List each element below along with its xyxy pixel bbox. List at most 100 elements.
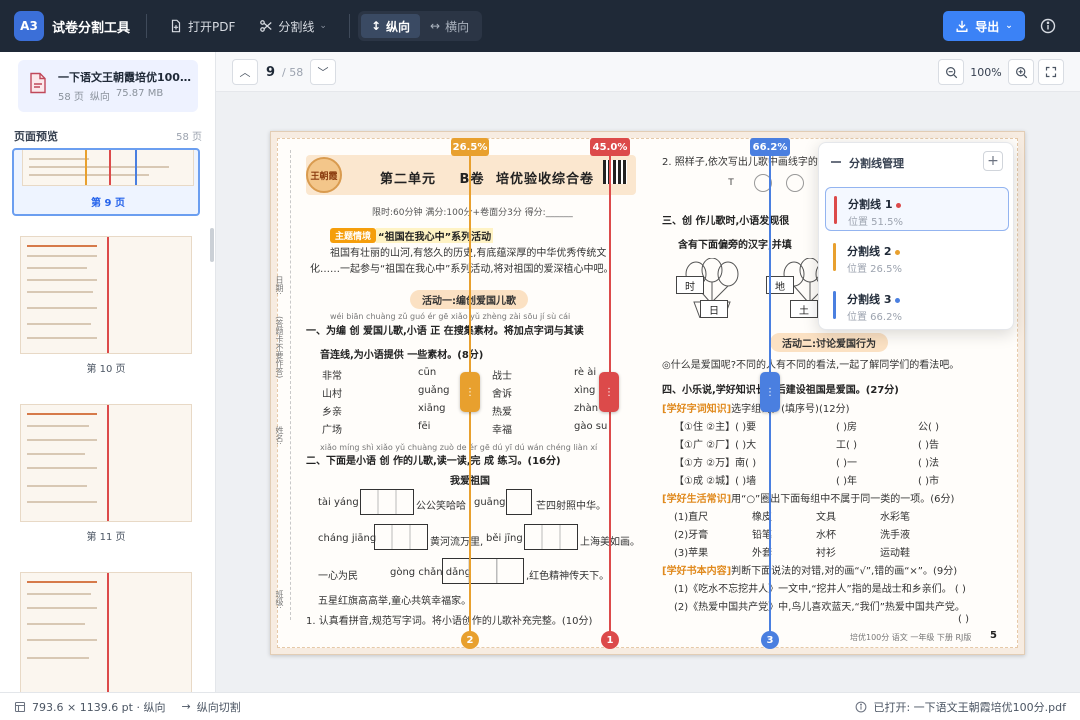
- chevron-down-icon: ﹀: [317, 66, 329, 79]
- right-q2: 2. 照样子,依次写出儿歌中画线字的: [662, 157, 818, 168]
- file-pages: 58 页: [58, 92, 84, 103]
- horizontal-mode-button[interactable]: ↔ 横向: [420, 14, 479, 38]
- add-split-line-button[interactable]: +: [983, 151, 1003, 171]
- top-bar: A3 试卷分割工具 打开PDF 分割线 ⌄ ↕ 纵向 ↔ 横向: [0, 0, 1080, 52]
- theme-title: “祖国在我心中”系列活动: [376, 228, 494, 243]
- bind-name: 姓名:: [275, 426, 284, 445]
- horizontal-arrows-icon: ↔: [430, 19, 441, 33]
- split-item-3[interactable]: 分割线 3 位置 66.2%: [825, 283, 1009, 327]
- intro-line-2: 化……一起参与“祖国在我心中”系列活动,将对祖国的爱深植心中吧。: [310, 264, 614, 275]
- status-bar: 793.6 × 1139.6 pt · 纵向 → 纵向切割 已打开: 一下语文王…: [0, 692, 1080, 720]
- pdf-file-icon: [30, 72, 46, 94]
- right-q4: 四、小乐说,学好知识长大后建设祖国是爱国。(27分): [662, 385, 899, 396]
- split-line-1-marker[interactable]: 1: [601, 631, 619, 649]
- vertical-mode-label: 纵向: [386, 19, 411, 34]
- sidebar-scrollbar[interactable]: [210, 228, 214, 262]
- zoom-in-button[interactable]: [1008, 59, 1034, 85]
- status-opened-group: 已打开: 一下语文王朝霞培优100分.pdf: [855, 699, 1066, 715]
- poem-l2-pinyin: cháng jiāng: [318, 533, 377, 544]
- binding-line: [290, 150, 291, 620]
- poem-l1-text: 公公笑哈哈: [416, 501, 466, 512]
- writing-grid: [506, 489, 532, 515]
- pinyin-right-3: zhàn: [574, 403, 599, 414]
- vertical-mode-button[interactable]: ↕ 纵向: [360, 14, 421, 38]
- q4-row-3b: ( )一: [836, 458, 857, 469]
- poem-l2-text: 黄河流万里,: [430, 537, 484, 548]
- qr-code-image: [603, 160, 627, 184]
- pinyin-mid-3: xiāng: [418, 403, 446, 414]
- chevron-down-icon: ⌄: [1005, 21, 1013, 31]
- activity-2-title: 活动二:讨论爱国行为: [770, 333, 888, 352]
- poem-l1-pinyin-2: guāng: [474, 497, 506, 508]
- thumbnail-page-11[interactable]: 第 11 页: [12, 400, 200, 550]
- prev-page-button[interactable]: ︿: [232, 59, 258, 85]
- thumbnail-page-10[interactable]: 第 10 页: [12, 232, 200, 382]
- panel-title: 分割线管理: [849, 157, 904, 170]
- group-1c: 文具: [816, 512, 836, 523]
- thumbnail-image: [22, 150, 194, 186]
- word-left-2: 山村: [322, 389, 342, 400]
- q4-1-text: 选字组词。(填序号)(12分): [731, 404, 850, 415]
- thumbnail-image: [20, 236, 192, 354]
- q4-3-tag: [学好书本内容]: [662, 566, 732, 577]
- poem-l1-pinyin: tài yáng: [318, 497, 359, 508]
- pinyin-right-4: gào su: [574, 421, 608, 432]
- split-color-bar: [833, 243, 836, 271]
- thumbnail-page-12[interactable]: [12, 568, 200, 692]
- page-footer-number: 5: [990, 630, 997, 641]
- bind-date: 日期:: [275, 276, 284, 295]
- fullscreen-button[interactable]: [1038, 59, 1064, 85]
- thumbnail-image: [20, 572, 192, 692]
- split-color-bar: [833, 291, 836, 319]
- thumbnail-label: 第 11 页: [86, 532, 126, 543]
- split-item-1[interactable]: 分割线 1 位置 51.5%: [825, 187, 1009, 231]
- q4-row-4c: ( )市: [918, 476, 939, 487]
- flower-char: 土: [790, 300, 818, 318]
- collapse-icon[interactable]: [831, 161, 841, 163]
- q4-row-2b: 工( ): [836, 440, 857, 451]
- download-icon: [956, 20, 968, 32]
- q4-row-1a: 【①住 ②主】( )要: [674, 422, 757, 433]
- writing-grid: [374, 524, 428, 550]
- file-card[interactable]: 一下语文王朝霞培优100分.pdf 58 页 纵向 75.87 MB: [18, 60, 198, 112]
- q4-row-2c: ( )告: [918, 440, 939, 451]
- paper-meta: 限时:60分钟 满分:100分+卷面分3分 得分:______: [372, 208, 573, 218]
- paper-unit: 第二单元 B卷 培优验收综合卷: [380, 168, 594, 187]
- split-line-3-drag-handle[interactable]: ⋮: [760, 372, 780, 412]
- brand-seal: 王朝霞: [306, 157, 342, 193]
- split-item-position: 位置 51.5%: [848, 217, 903, 228]
- open-pdf-button[interactable]: 打开PDF: [161, 12, 243, 40]
- word-left-1: 非常: [322, 371, 342, 382]
- toolbar-divider: [146, 14, 148, 38]
- thumbnail-label: 第 9 页: [91, 198, 125, 209]
- next-page-button[interactable]: ﹀: [310, 59, 336, 85]
- right-intro: ◎什么是爱国呢?不同的人有不同的看法,一起了解同学们的看法吧。: [662, 360, 960, 371]
- status-mode: 纵向切割: [196, 700, 241, 714]
- current-page[interactable]: 9: [266, 65, 275, 80]
- q1-pinyin: wéi biān chuàng zǔ guó ér gē xiǎo yǔ zhè…: [330, 312, 571, 321]
- split-item-position: 位置 26.5%: [847, 264, 902, 275]
- split-item-1-name: 分割线 1: [848, 198, 893, 211]
- export-button[interactable]: 导出 ⌄: [943, 11, 1025, 41]
- split-line-3-marker[interactable]: 3: [761, 631, 779, 649]
- writing-grid: [524, 524, 578, 550]
- split-lines-dropdown[interactable]: 分割线 ⌄: [251, 12, 335, 40]
- thumbnail-page-9[interactable]: 第 9 页: [12, 148, 200, 216]
- q4-row-2a: 【①广 ②厂】( )大: [674, 440, 757, 451]
- split-line-3-percent: 66.2%: [750, 138, 790, 156]
- info-button[interactable]: [1038, 16, 1058, 36]
- zoom-out-button[interactable]: [938, 59, 964, 85]
- volume-label: B卷: [459, 172, 485, 187]
- file-meta: 58 页 纵向 75.87 MB: [58, 88, 163, 103]
- split-line-1-drag-handle[interactable]: ⋮: [599, 372, 619, 412]
- group-2a: (2)牙膏: [674, 530, 709, 541]
- q4-row-3a: 【①方 ②万】南( ): [674, 458, 757, 469]
- split-item-2[interactable]: 分割线 2 位置 26.5%: [825, 235, 1009, 279]
- split-line-2-marker[interactable]: 2: [461, 631, 479, 649]
- split-line-2-percent: 26.5%: [451, 138, 489, 156]
- status-dimensions-group: 793.6 × 1139.6 pt · 纵向: [14, 699, 165, 715]
- split-color-bar: [834, 196, 837, 224]
- split-item-name: 分割线 1: [848, 196, 902, 212]
- preview-title: 页面预览: [14, 130, 58, 143]
- split-line-2-drag-handle[interactable]: ⋮: [460, 372, 480, 412]
